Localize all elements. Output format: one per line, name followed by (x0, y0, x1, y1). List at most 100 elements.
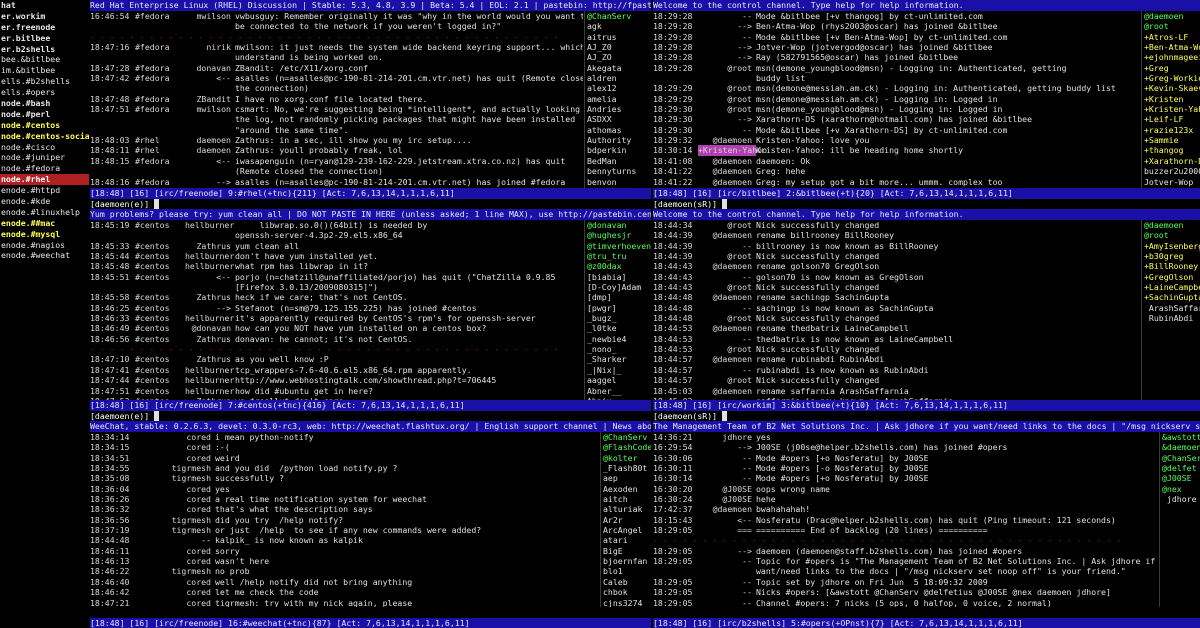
buffer-item[interactable]: im.&bitlbee (0, 65, 89, 76)
nicklist-item[interactable]: ArcAngel (603, 525, 651, 535)
nicklist-item[interactable]: cjns3274 (603, 598, 651, 608)
nicklist-item[interactable]: aaggel (587, 375, 651, 385)
nicklist-item[interactable]: BedMan (587, 156, 651, 166)
buffer-item[interactable]: ells.#b2shells (0, 76, 89, 87)
buffer-item[interactable]: er.workim (0, 11, 89, 22)
nicklist-item[interactable]: _nono_ (587, 344, 651, 354)
input-line[interactable]: [daemoen(e)] (90, 198, 651, 210)
buffer-item[interactable]: node.#bash (0, 98, 89, 109)
nicklist-item[interactable]: BigE (603, 546, 651, 556)
nicklist-item[interactable]: aep (603, 473, 651, 483)
pane-bitlbee[interactable]: Welcome to the control channel. Type hel… (653, 0, 1200, 209)
nicklist-item[interactable]: @FlashCode (603, 442, 651, 452)
nicklist-item[interactable]: [pwgr] (587, 303, 651, 313)
buffer-item[interactable]: enode.#linuxhelp (0, 207, 89, 218)
nicklist-item[interactable]: [dmp] (587, 292, 651, 302)
nicklist-item[interactable]: +Greg-Workie (1144, 73, 1200, 83)
nicklist-item[interactable]: +Sammie (1144, 135, 1200, 145)
nicklist-item[interactable]: @ChanServ (1162, 453, 1200, 463)
nicklist-item[interactable]: +BillRooney (1144, 261, 1200, 271)
buffer-item[interactable]: enode.#kde (0, 196, 89, 207)
nicklist-item[interactable]: _Flash80t (603, 463, 651, 473)
nicklist-item[interactable]: atari (603, 535, 651, 545)
nicklist-item[interactable]: +SachinGupta (1144, 292, 1200, 302)
pane-opers[interactable]: The Management Team of B2 Net Solutions … (653, 421, 1200, 628)
nicklist-item[interactable]: blo1 (603, 566, 651, 576)
message-area[interactable]: 18:29:28 -- Mode &bitlbee [+v thangog] by … (653, 11, 1140, 188)
nicklist-item[interactable]: _Sharker (587, 354, 651, 364)
nicklist[interactable]: @daemoen @root +AmyIsenberg +b30greg +BillRo… (1141, 220, 1200, 400)
input-line[interactable]: [daemoen(sR)] (653, 198, 1200, 210)
nicklist-item[interactable]: @kolter (603, 453, 651, 463)
nicklist-item[interactable]: AJ_ZO (587, 52, 651, 62)
input-line[interactable]: [daemoen(sR)] (653, 410, 1200, 422)
nicklist-item[interactable]: @ChanServ (603, 432, 651, 442)
nicklist-item[interactable]: @root (1144, 230, 1200, 240)
nicklist-item[interactable]: &daemoen (1162, 442, 1200, 452)
nicklist-item[interactable]: +ejohnmageeii (1144, 52, 1200, 62)
nicklist-item[interactable]: Caleb (603, 577, 651, 587)
nicklist[interactable]: @daemoen@root+Atros-LF+Ben-Atma-Wop+ejoh… (1141, 11, 1200, 188)
nicklist-item[interactable]: @hughesjr (587, 230, 651, 240)
buffer-item[interactable]: hat (0, 0, 89, 11)
nicklist-item[interactable]: benvon (587, 177, 651, 187)
nicklist-item[interactable]: +Leif-LF (1144, 114, 1200, 124)
nicklist-item[interactable]: @daemoen (1144, 220, 1200, 230)
nicklist-item[interactable]: Abner__ (587, 386, 651, 396)
message-area[interactable]: 18:44:34 @root Nick successfully changed 18… (653, 220, 1140, 400)
nicklist-item[interactable]: _newbie4 (587, 334, 651, 344)
message-area[interactable]: 14:36:21 jdhore yes 16:29:54 --> J00SE (j00se… (653, 432, 1158, 607)
nicklist-item[interactable]: Akegata (587, 63, 651, 73)
buffer-item[interactable]: er.bitlbee (0, 33, 89, 44)
nicklist-item[interactable]: jdhore (1162, 494, 1200, 504)
nicklist-item[interactable]: aitch (603, 494, 651, 504)
buffer-item[interactable]: node.#perl (0, 109, 89, 120)
nicklist-item[interactable]: _bugz_ (587, 313, 651, 323)
nicklist-item[interactable]: +Kristen-Yahoo (1144, 104, 1200, 114)
nicklist-item[interactable]: @timverhoeven (587, 241, 651, 251)
nicklist-item[interactable]: @nex (1162, 484, 1200, 494)
nicklist-item[interactable]: @tru_tru (587, 251, 651, 261)
nicklist-item[interactable]: athomas (587, 125, 651, 135)
input-line[interactable]: [daemoen(e)] (90, 410, 651, 422)
nicklist-item[interactable]: Authority (587, 135, 651, 145)
nicklist-item[interactable]: ASDXX (587, 114, 651, 124)
nicklist-item[interactable]: +AmyIsenberg (1144, 241, 1200, 251)
nicklist-item[interactable]: Aexoden (603, 484, 651, 494)
nicklist-item[interactable]: bdperkin (587, 145, 651, 155)
nicklist-item[interactable]: alex12 (587, 83, 651, 93)
buffer-item[interactable]: node.#rhel (0, 174, 89, 186)
nicklist[interactable]: @ChanServ @FlashCode @kolter _Flash80t aep Ae… (600, 432, 651, 607)
nicklist-item[interactable]: aitrus (587, 32, 651, 42)
nicklist-item[interactable]: chbok (603, 587, 651, 597)
buffer-item[interactable]: er.b2shells (0, 44, 89, 55)
pane-centos[interactable]: Yum problems? please try: yum clean all … (90, 209, 651, 421)
nicklist-item[interactable]: aldren (587, 73, 651, 83)
nicklist-item[interactable]: [D-Coy]Adam (587, 282, 651, 292)
nicklist-item[interactable]: &awstott (1162, 432, 1200, 442)
nicklist-item[interactable]: agk (587, 21, 651, 31)
buffer-item[interactable]: ells.#opers (0, 87, 89, 98)
nicklist-item[interactable]: amelia (587, 94, 651, 104)
nicklist-item[interactable]: RubinAbdi (1144, 313, 1200, 323)
nicklist-item[interactable]: @ChanServ (587, 11, 651, 21)
pane-weechat[interactable]: WeeChat, stable: 0.2.6.3, devel: 0.3.0-r… (90, 421, 651, 628)
buffer-item[interactable]: node.#fedora (0, 163, 89, 174)
nicklist-item[interactable]: +LaineCampbe (1144, 282, 1200, 292)
message-area[interactable]: 18:34:14 cored i mean python-notify 18:34:1… (90, 432, 599, 607)
buffer-item[interactable]: er.freenode (0, 22, 89, 33)
nicklist-item[interactable]: @delfet (1162, 463, 1200, 473)
nicklist[interactable]: @donavan @hughesjr @timverhoeven @tru_tru @z… (584, 220, 651, 400)
nicklist-item[interactable]: ArashSaffar (1144, 303, 1200, 313)
nicklist-item[interactable]: _|Nix|_ (587, 365, 651, 375)
nicklist-item[interactable]: +Kristen (1144, 94, 1200, 104)
nicklist-item[interactable]: bennyturns (587, 166, 651, 176)
buffer-item[interactable]: node.#cisco (0, 142, 89, 153)
nicklist-item[interactable]: [biabia] (587, 272, 651, 282)
buffer-item[interactable]: enode.##mac (0, 218, 89, 229)
message-area[interactable]: 16:46:54 #fedora mwilson vwbusguy: Remember… (90, 11, 583, 188)
buffer-item[interactable]: enode.#weechat (0, 250, 89, 261)
pane-workim[interactable]: Welcome to the control channel. Type hel… (653, 209, 1200, 421)
nicklist-item[interactable]: @root (1144, 21, 1200, 31)
nicklist-item[interactable]: +Ben-Atma-Wop (1144, 42, 1200, 52)
